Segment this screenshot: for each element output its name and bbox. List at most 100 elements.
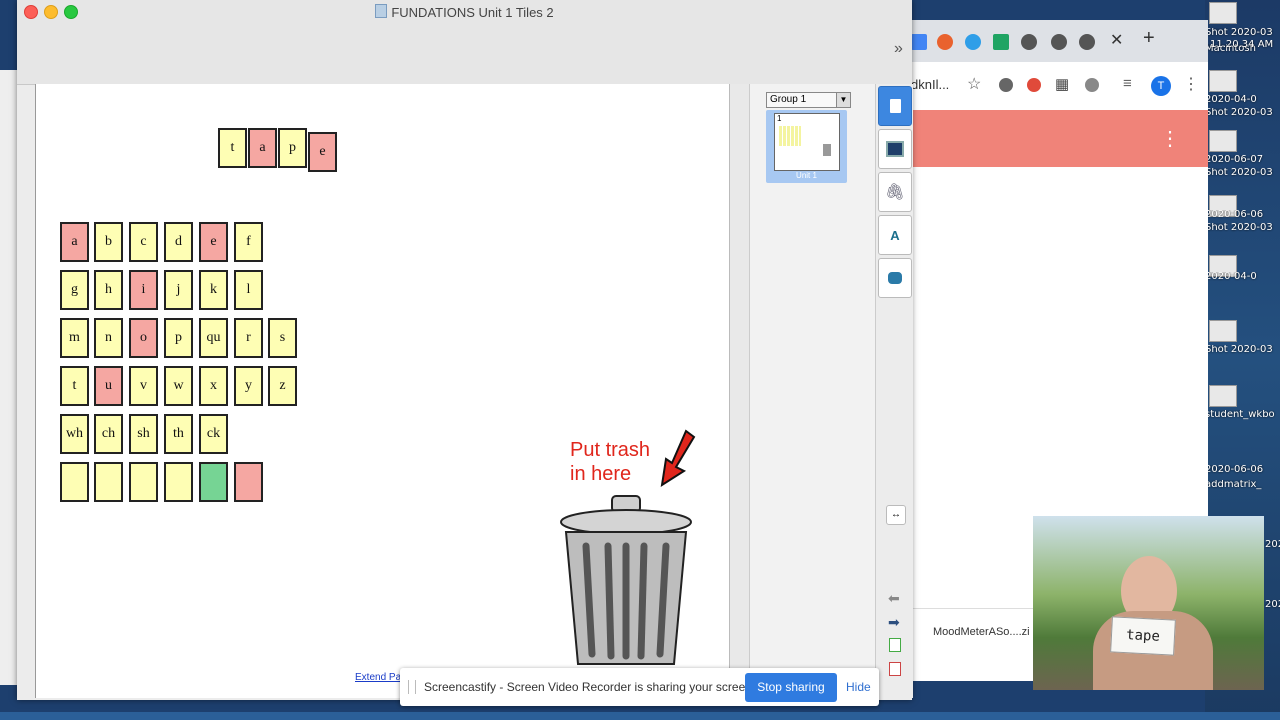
blank-tile[interactable] xyxy=(164,462,193,502)
desktop-label[interactable]: 2020-06-06 xyxy=(1205,210,1280,220)
file-icon[interactable] xyxy=(1209,320,1237,342)
toolbar-overflow-button[interactable]: » xyxy=(894,40,903,58)
letter-tile[interactable]: z xyxy=(268,366,297,406)
globe-tab-icon[interactable] xyxy=(1079,34,1095,50)
close-tab-icon[interactable]: ✕ xyxy=(1110,30,1123,50)
letter-tile[interactable]: o xyxy=(129,318,158,358)
addons-tab[interactable] xyxy=(878,258,912,298)
word-tile[interactable]: p xyxy=(278,128,307,168)
letter-tile[interactable]: d xyxy=(164,222,193,262)
download-item[interactable]: MoodMeterASo....zi xyxy=(933,626,1030,638)
file-icon[interactable] xyxy=(1209,130,1237,152)
vertical-scrollbar[interactable] xyxy=(729,84,750,698)
blank-tile[interactable] xyxy=(234,462,263,502)
word-tile[interactable]: e xyxy=(308,132,337,172)
letter-tile[interactable]: th xyxy=(164,414,193,454)
letter-tile[interactable]: v xyxy=(129,366,158,406)
globe-tab-icon[interactable] xyxy=(1021,34,1037,50)
menu-icon[interactable]: ⋮ xyxy=(1183,74,1199,94)
letter-tile[interactable]: n xyxy=(94,318,123,358)
letter-tile[interactable]: m xyxy=(60,318,89,358)
globe-tab-icon[interactable] xyxy=(1051,34,1067,50)
desktop-label[interactable]: Shot 2020-03 xyxy=(1205,108,1280,118)
letter-tile[interactable]: h xyxy=(94,270,123,310)
letter-tile[interactable]: c xyxy=(129,222,158,262)
address-bar[interactable]: dknIl... xyxy=(911,77,949,92)
page-sorter-tab[interactable] xyxy=(878,86,912,126)
tab-icon[interactable] xyxy=(965,34,981,50)
attachments-tab[interactable]: 🖇 xyxy=(878,172,912,212)
desktop-label[interactable]: 2020-06-06 xyxy=(1205,465,1280,475)
letter-tile[interactable]: k xyxy=(199,270,228,310)
desktop-label[interactable]: addmatrix_ xyxy=(1205,480,1280,490)
properties-tab[interactable]: A xyxy=(878,215,912,255)
page-canvas[interactable]: Put trash in here Extend Pa ➤ tapeabcdef… xyxy=(35,84,730,698)
auto-hide-toggle[interactable]: ↔ xyxy=(886,505,906,525)
blank-tile[interactable] xyxy=(129,462,158,502)
letter-tile[interactable]: f xyxy=(234,222,263,262)
letter-tile[interactable]: u xyxy=(94,366,123,406)
desktop-label[interactable]: student_wkbo xyxy=(1205,410,1280,420)
star-icon[interactable]: ☆ xyxy=(967,74,981,94)
letter-tile[interactable]: ck xyxy=(199,414,228,454)
letter-tile[interactable]: w xyxy=(164,366,193,406)
stop-sharing-button[interactable]: Stop sharing xyxy=(745,673,837,702)
letter-tile[interactable]: i xyxy=(129,270,158,310)
letter-tile[interactable]: x xyxy=(199,366,228,406)
drag-handle-icon[interactable] xyxy=(408,680,416,694)
extension-icon[interactable] xyxy=(1085,78,1099,92)
next-page-icon[interactable]: ➡ xyxy=(888,614,900,631)
letter-tile[interactable]: p xyxy=(164,318,193,358)
webcam-overlay[interactable]: tape xyxy=(1033,516,1264,690)
desktop-label[interactable]: 2020-04-0 xyxy=(1205,272,1280,282)
desktop-label[interactable]: Shot 2020-03 xyxy=(1205,345,1280,355)
letter-tile[interactable]: r xyxy=(234,318,263,358)
letter-tile[interactable]: qu xyxy=(199,318,228,358)
desktop-label[interactable]: Shot 2020-03 xyxy=(1205,168,1280,178)
letter-tile[interactable]: wh xyxy=(60,414,89,454)
blank-tile[interactable] xyxy=(94,462,123,502)
profile-avatar[interactable]: T xyxy=(1151,76,1171,96)
extend-page-link[interactable]: Extend Pa xyxy=(355,672,401,683)
desktop-label[interactable]: 2020-06-06 xyxy=(1265,600,1280,610)
letter-tile[interactable]: b xyxy=(94,222,123,262)
hide-button[interactable]: Hide xyxy=(846,680,871,694)
extension-icon[interactable] xyxy=(1027,78,1041,92)
delete-page-icon[interactable] xyxy=(889,662,901,676)
desktop-label[interactable]: Shot 2020-03 xyxy=(1205,28,1280,38)
add-page-icon[interactable] xyxy=(889,638,901,652)
file-icon[interactable] xyxy=(1209,70,1237,92)
chevron-down-icon[interactable]: ▼ xyxy=(836,93,850,107)
letter-tile[interactable]: g xyxy=(60,270,89,310)
extension-icon[interactable]: ≡ xyxy=(1123,75,1132,92)
docs-tab-icon[interactable] xyxy=(911,34,927,50)
letter-tile[interactable]: l xyxy=(234,270,263,310)
sheets-tab-icon[interactable] xyxy=(993,34,1009,50)
letter-tile[interactable]: s xyxy=(268,318,297,358)
file-icon[interactable] xyxy=(1209,385,1237,407)
trash-can-icon[interactable] xyxy=(558,494,694,668)
letter-tile[interactable]: ch xyxy=(94,414,123,454)
file-icon[interactable] xyxy=(1209,2,1237,24)
letter-tile[interactable]: a xyxy=(60,222,89,262)
desktop-label[interactable]: Shot 2020-03 xyxy=(1205,223,1280,233)
letter-tile[interactable]: sh xyxy=(129,414,158,454)
group-select[interactable]: Group 1 ▼ xyxy=(766,92,851,108)
page-thumbnail-selected[interactable]: 1 Unit 1 xyxy=(766,110,847,183)
previous-page-icon[interactable]: ⬅ xyxy=(888,590,900,607)
letter-tile[interactable]: t xyxy=(60,366,89,406)
tab-icon[interactable] xyxy=(937,34,953,50)
extension-icon[interactable] xyxy=(999,78,1013,92)
letter-tile[interactable]: e xyxy=(199,222,228,262)
new-tab-icon[interactable]: + xyxy=(1143,27,1155,50)
blank-tile[interactable] xyxy=(60,462,89,502)
blank-tile[interactable] xyxy=(199,462,228,502)
grid-icon[interactable]: ▦ xyxy=(1055,75,1069,93)
letter-tile[interactable]: y xyxy=(234,366,263,406)
word-tile[interactable]: t xyxy=(218,128,247,168)
letter-tile[interactable]: j xyxy=(164,270,193,310)
desktop-label[interactable]: 2020-06-06 xyxy=(1265,540,1280,550)
desktop-label[interactable]: 11.20.34 AM xyxy=(1210,40,1280,50)
desktop-label[interactable]: 2020-06-07 xyxy=(1205,155,1280,165)
page-thumbnail[interactable]: 1 xyxy=(774,113,840,171)
